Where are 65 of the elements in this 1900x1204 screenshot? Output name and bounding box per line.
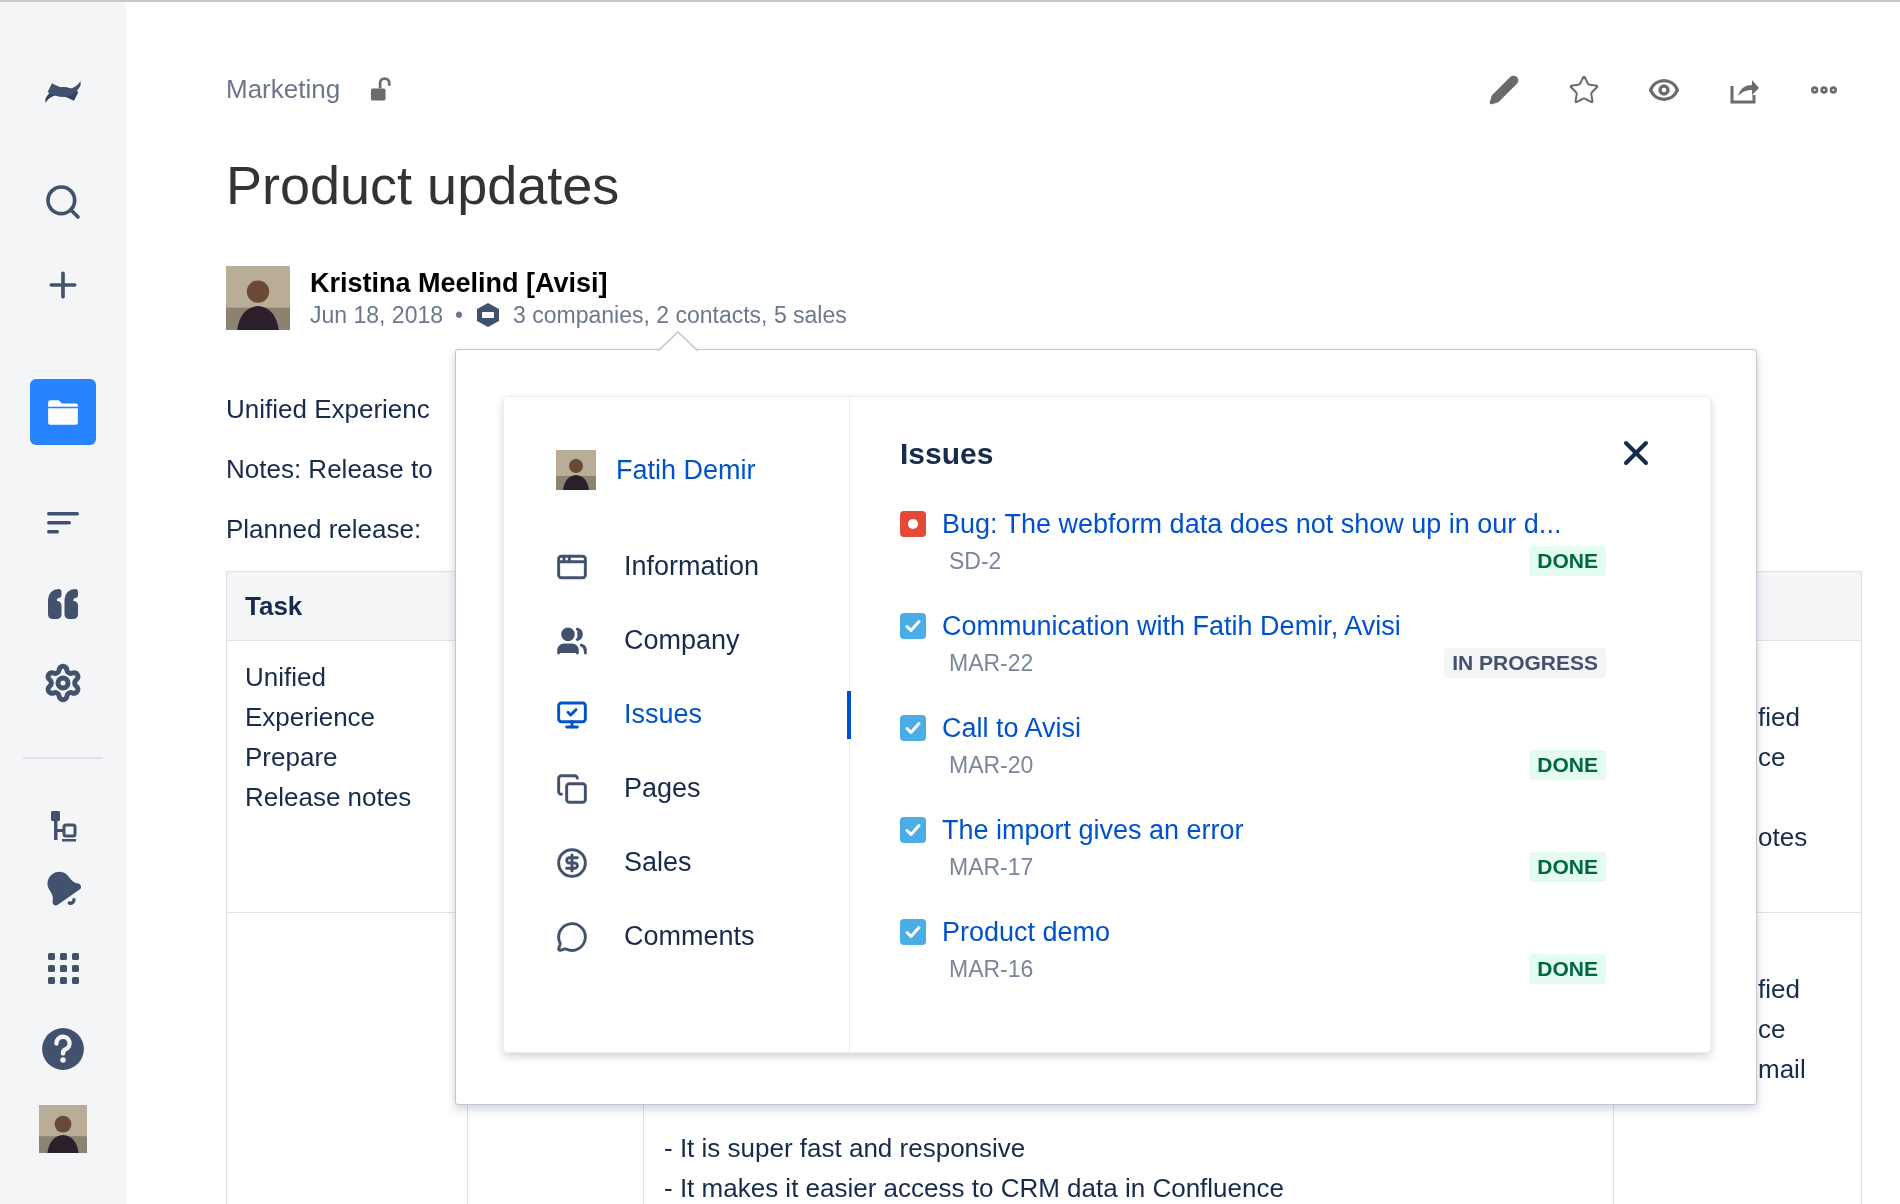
status-lozenge: DONE — [1529, 954, 1606, 984]
issue-key: SD-2 — [949, 543, 1002, 579]
table-cell-text: - It makes it easier access to CRM data in Confluence — [664, 1172, 1285, 1204]
column-header: Task — [245, 589, 303, 623]
contact-name-link[interactable]: Fatih Demir — [616, 450, 756, 491]
issue-key: MAR-16 — [949, 951, 1034, 987]
crm-summary-link[interactable]: 3 companies, 2 contacts, 5 sales — [513, 300, 847, 330]
table-cell-text: Experience — [245, 701, 377, 734]
crm-icon — [475, 302, 502, 328]
paragraph: Unified Experienc — [226, 393, 430, 425]
issue-link[interactable]: Call to Avisi — [942, 707, 1082, 749]
pages-icon — [556, 772, 588, 805]
nav-item[interactable]: Information — [504, 529, 849, 604]
task-icon — [900, 919, 926, 945]
table-cell-text: mail — [1758, 1053, 1807, 1086]
table-cell-text: Prepare — [245, 741, 339, 774]
table-cell-text: - It is super fast and responsive — [664, 1132, 1027, 1165]
avatar — [556, 450, 596, 491]
issue-link[interactable]: Communication with Fatih Demir, Avisi — [942, 605, 1401, 647]
paragraph: Planned release: — [226, 513, 422, 545]
task-icon — [900, 715, 926, 741]
table-cell-text: ce — [1758, 1013, 1787, 1046]
status-lozenge: DONE — [1529, 750, 1606, 780]
search-icon[interactable] — [43, 182, 83, 222]
breadcrumb-link[interactable]: Marketing — [226, 70, 341, 109]
issue-key: MAR-17 — [949, 849, 1034, 885]
task-icon — [900, 817, 926, 843]
nav-item[interactable]: Comments — [504, 899, 849, 974]
nav-item[interactable]: Issues — [504, 677, 849, 752]
star-icon[interactable] — [1568, 73, 1600, 106]
issue-key: MAR-22 — [949, 645, 1034, 681]
issue-link[interactable]: Product demo — [942, 911, 1111, 953]
page-title: Product updates — [226, 154, 621, 217]
task-icon — [900, 613, 926, 639]
date-text: Jun 18, 2018 — [310, 301, 443, 330]
paragraph: Notes: Release to — [226, 453, 433, 485]
comment-icon — [556, 920, 588, 953]
issue-key: MAR-20 — [949, 747, 1034, 783]
edit-icon[interactable] — [1488, 73, 1520, 106]
nav-item[interactable]: Sales — [504, 825, 849, 900]
nav-item[interactable]: Pages — [504, 751, 849, 826]
author-name[interactable]: Kristina Meelind [Avisi] — [310, 266, 847, 300]
separator-dot: • — [455, 301, 464, 330]
dollar-icon — [556, 846, 588, 879]
avatar — [39, 1105, 87, 1153]
quote-icon[interactable] — [45, 586, 81, 622]
panel-title: Issues — [900, 435, 994, 472]
unlocked-icon[interactable] — [370, 76, 393, 103]
nav-item[interactable]: Company — [504, 603, 849, 678]
table-cell-text: otes — [1758, 821, 1809, 854]
selected-indicator — [847, 690, 851, 739]
table-cell-text: Release notes — [245, 781, 413, 814]
help-icon[interactable] — [41, 1027, 85, 1071]
settings-icon[interactable] — [43, 663, 83, 703]
avatar — [226, 266, 290, 330]
issue-link[interactable]: The import gives an error — [942, 809, 1244, 851]
status-lozenge: IN PROGRESS — [1444, 648, 1606, 678]
table-cell-text: fied — [1758, 973, 1801, 1006]
table-cell-text: ce — [1758, 741, 1787, 774]
table-cell-text: fied — [1758, 701, 1801, 734]
table-cell-text: Unified — [245, 661, 327, 694]
bug-icon — [900, 511, 926, 537]
status-lozenge: DONE — [1529, 852, 1606, 882]
status-lozenge: DONE — [1529, 546, 1606, 576]
issue-link[interactable]: Bug: The webform data does not show up in our d... — [942, 503, 1562, 545]
